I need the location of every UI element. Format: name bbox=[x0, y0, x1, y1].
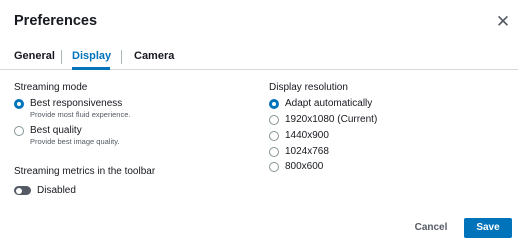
radio-button[interactable] bbox=[269, 162, 279, 172]
radio-800x600[interactable]: 800x600 bbox=[269, 161, 323, 172]
save-button[interactable]: Save bbox=[464, 218, 512, 238]
preferences-dialog: Preferences ✕ General Display Camera Str… bbox=[0, 0, 518, 244]
radio-description: Provide best image quality. bbox=[30, 137, 120, 146]
toggle-switch[interactable] bbox=[14, 186, 31, 195]
radio-label: 1024x768 bbox=[285, 146, 329, 157]
streaming-mode-label: Streaming mode bbox=[14, 82, 88, 93]
tab-display[interactable]: Display bbox=[72, 45, 111, 70]
radio-1920x1080[interactable]: 1920x1080 (Current) bbox=[269, 114, 377, 125]
radio-button[interactable] bbox=[269, 131, 279, 141]
radio-button[interactable] bbox=[269, 115, 279, 125]
tab-divider bbox=[121, 50, 122, 64]
radio-adapt-automatically[interactable]: Adapt automatically bbox=[269, 98, 372, 109]
radio-label: 800x600 bbox=[285, 161, 324, 172]
radio-1024x768[interactable]: 1024x768 bbox=[269, 146, 329, 157]
radio-label: Best quality bbox=[30, 125, 82, 136]
radio-description: Provide most fluid experience. bbox=[30, 110, 131, 119]
radio-button-checked[interactable] bbox=[14, 99, 24, 109]
radio-label: Adapt automatically bbox=[285, 98, 373, 109]
streaming-metrics-toggle[interactable]: Disabled bbox=[14, 185, 76, 196]
tab-divider bbox=[61, 50, 62, 64]
tab-bar: General Display Camera bbox=[0, 45, 518, 70]
radio-label: 1920x1080 (Current) bbox=[285, 114, 378, 125]
radio-label: 1440x900 bbox=[285, 130, 329, 141]
radio-label: Best responsiveness bbox=[30, 98, 123, 109]
radio-button[interactable] bbox=[14, 126, 24, 136]
radio-1440x900[interactable]: 1440x900 bbox=[269, 130, 329, 141]
dialog-header: Preferences ✕ bbox=[0, 0, 518, 45]
radio-best-responsiveness[interactable]: Best responsiveness Provide most fluid e… bbox=[14, 98, 130, 120]
tab-general[interactable]: General bbox=[14, 45, 55, 69]
close-icon[interactable]: ✕ bbox=[494, 13, 512, 31]
toggle-knob bbox=[15, 187, 22, 194]
cancel-button[interactable]: Cancel bbox=[406, 218, 456, 238]
streaming-metrics-label: Streaming metrics in the toolbar bbox=[14, 166, 156, 177]
radio-best-quality[interactable]: Best quality Provide best image quality. bbox=[14, 125, 120, 147]
display-resolution-label: Display resolution bbox=[269, 82, 348, 93]
dialog-title: Preferences bbox=[14, 13, 98, 29]
toggle-label: Disabled bbox=[37, 185, 76, 196]
radio-button-checked[interactable] bbox=[269, 99, 279, 109]
tab-camera[interactable]: Camera bbox=[134, 45, 174, 69]
radio-button[interactable] bbox=[269, 147, 279, 157]
